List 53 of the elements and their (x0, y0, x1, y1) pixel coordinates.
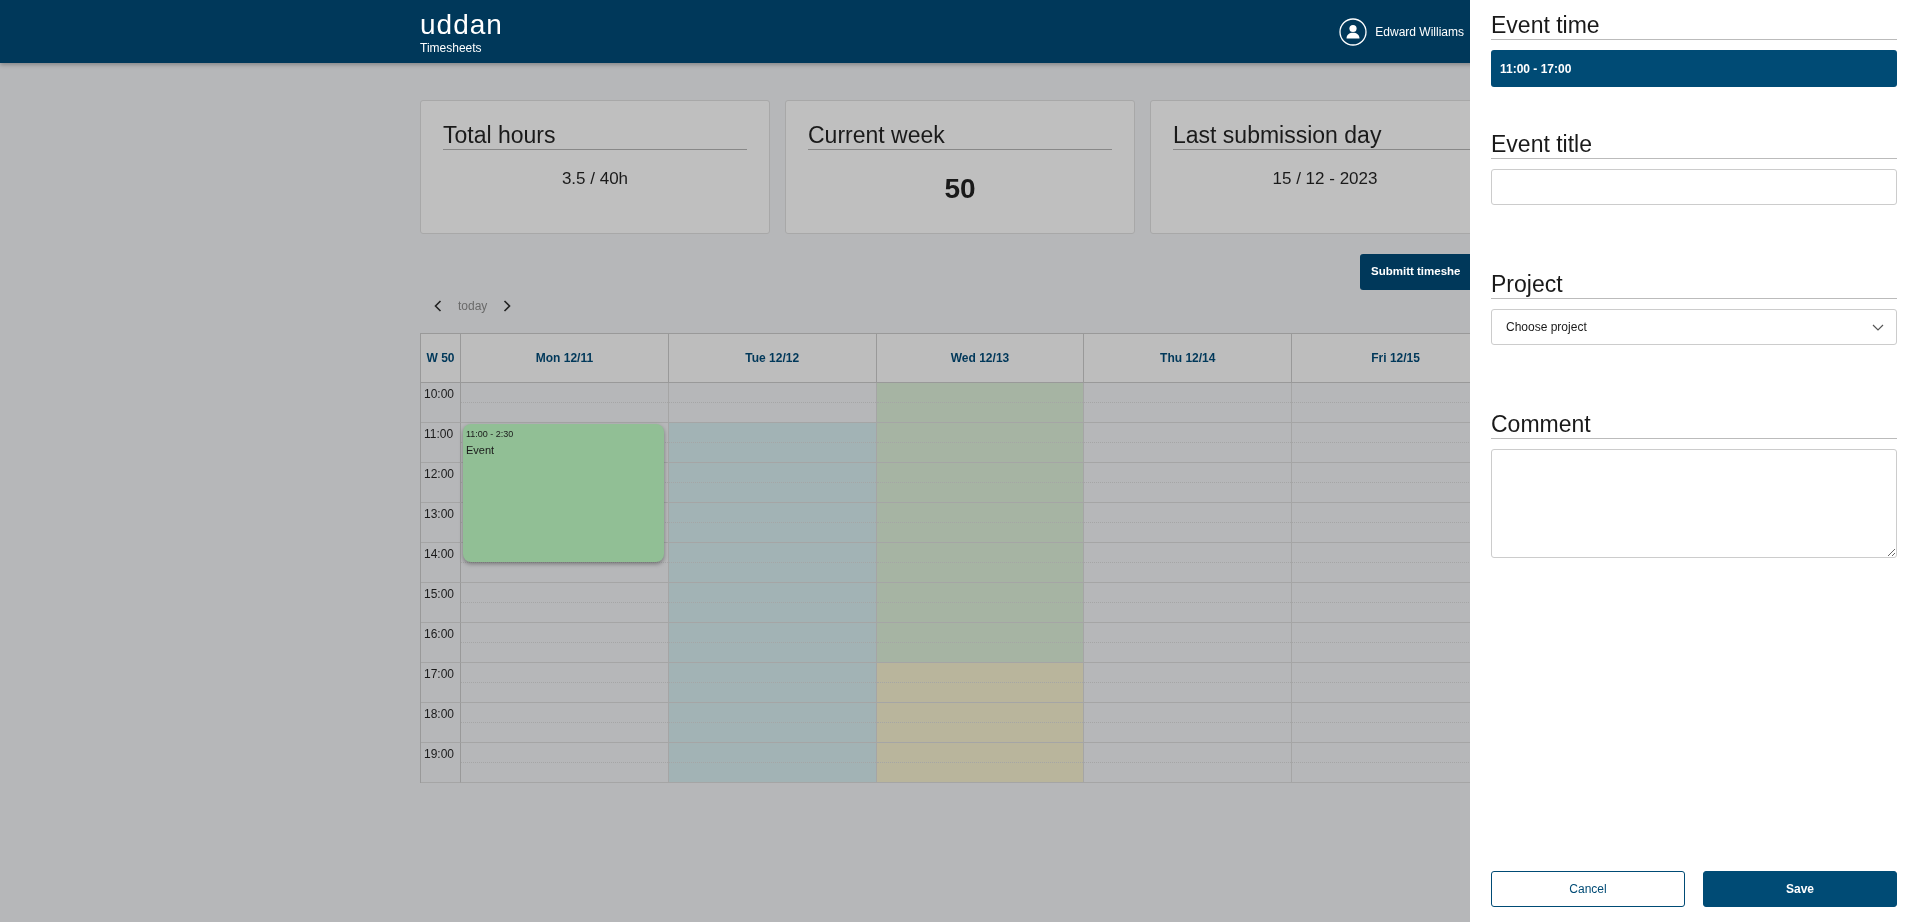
field-label: Event title (1491, 131, 1897, 159)
logo: uddan (420, 10, 503, 39)
stat-title: Total hours (443, 121, 747, 150)
hour-cell[interactable] (668, 423, 876, 463)
hour-cell[interactable] (668, 703, 876, 743)
cancel-button[interactable]: Cancel (1491, 871, 1685, 907)
time-label: 13:00 (421, 503, 461, 543)
week-label: W 50 (421, 334, 461, 383)
hour-cell[interactable] (876, 663, 1084, 703)
stat-value: 50 (943, 172, 977, 206)
hour-cell[interactable] (668, 543, 876, 583)
hour-cell[interactable] (668, 663, 876, 703)
app-name: Timesheets (420, 39, 483, 57)
time-label: 18:00 (421, 703, 461, 743)
time-label: 10:00 (421, 383, 461, 423)
next-icon[interactable] (503, 300, 512, 312)
stat-value: 3.5 / 40h (560, 168, 630, 190)
caret-icon (1872, 323, 1884, 331)
hour-cell[interactable] (668, 623, 876, 663)
time-label: 12:00 (421, 463, 461, 503)
hour-cell[interactable] (876, 623, 1084, 663)
hour-cell[interactable] (876, 743, 1084, 783)
day-header: Tue 12/12 (668, 334, 877, 383)
hour-cell[interactable] (876, 383, 1084, 423)
hour-cell[interactable] (876, 703, 1084, 743)
time-label: 19:00 (421, 743, 461, 783)
time-label: 15:00 (421, 583, 461, 623)
day-header: Mon 12/11 (461, 334, 669, 383)
field-label: Event time (1491, 12, 1897, 40)
user-icon[interactable] (1339, 17, 1368, 46)
time-label: 11:00 (421, 423, 461, 463)
project-select[interactable]: Choose project (1491, 309, 1897, 345)
day-header: Thu 12/14 (1084, 334, 1293, 383)
stat-title: Current week (808, 121, 1112, 150)
event-title: Event (466, 442, 495, 458)
user-name[interactable]: Edward Williams (1375, 22, 1464, 41)
hour-cell[interactable] (668, 503, 876, 543)
day-header: Wed 12/13 (876, 334, 1085, 383)
event-time-bar[interactable]: 11:00 - 17:00 (1491, 50, 1897, 87)
event-time: 11:00 - 2:30 (466, 428, 514, 441)
time-label: 17:00 (421, 663, 461, 703)
hour-cell[interactable] (668, 463, 876, 503)
time-label: 14:00 (421, 543, 461, 583)
comment-textarea[interactable] (1491, 449, 1897, 558)
time-label: 16:00 (421, 623, 461, 663)
field-label: Project (1491, 271, 1897, 299)
stat-value: 15 / 12 - 2023 (1271, 168, 1379, 190)
save-button[interactable]: Save (1703, 871, 1897, 907)
previous-icon[interactable] (434, 300, 442, 312)
hour-cell[interactable] (668, 743, 876, 783)
calendar-event[interactable]: 11:00 - 2:30 Event (463, 424, 664, 562)
field-label: Comment (1491, 411, 1897, 439)
event-title-input[interactable] (1491, 169, 1897, 205)
